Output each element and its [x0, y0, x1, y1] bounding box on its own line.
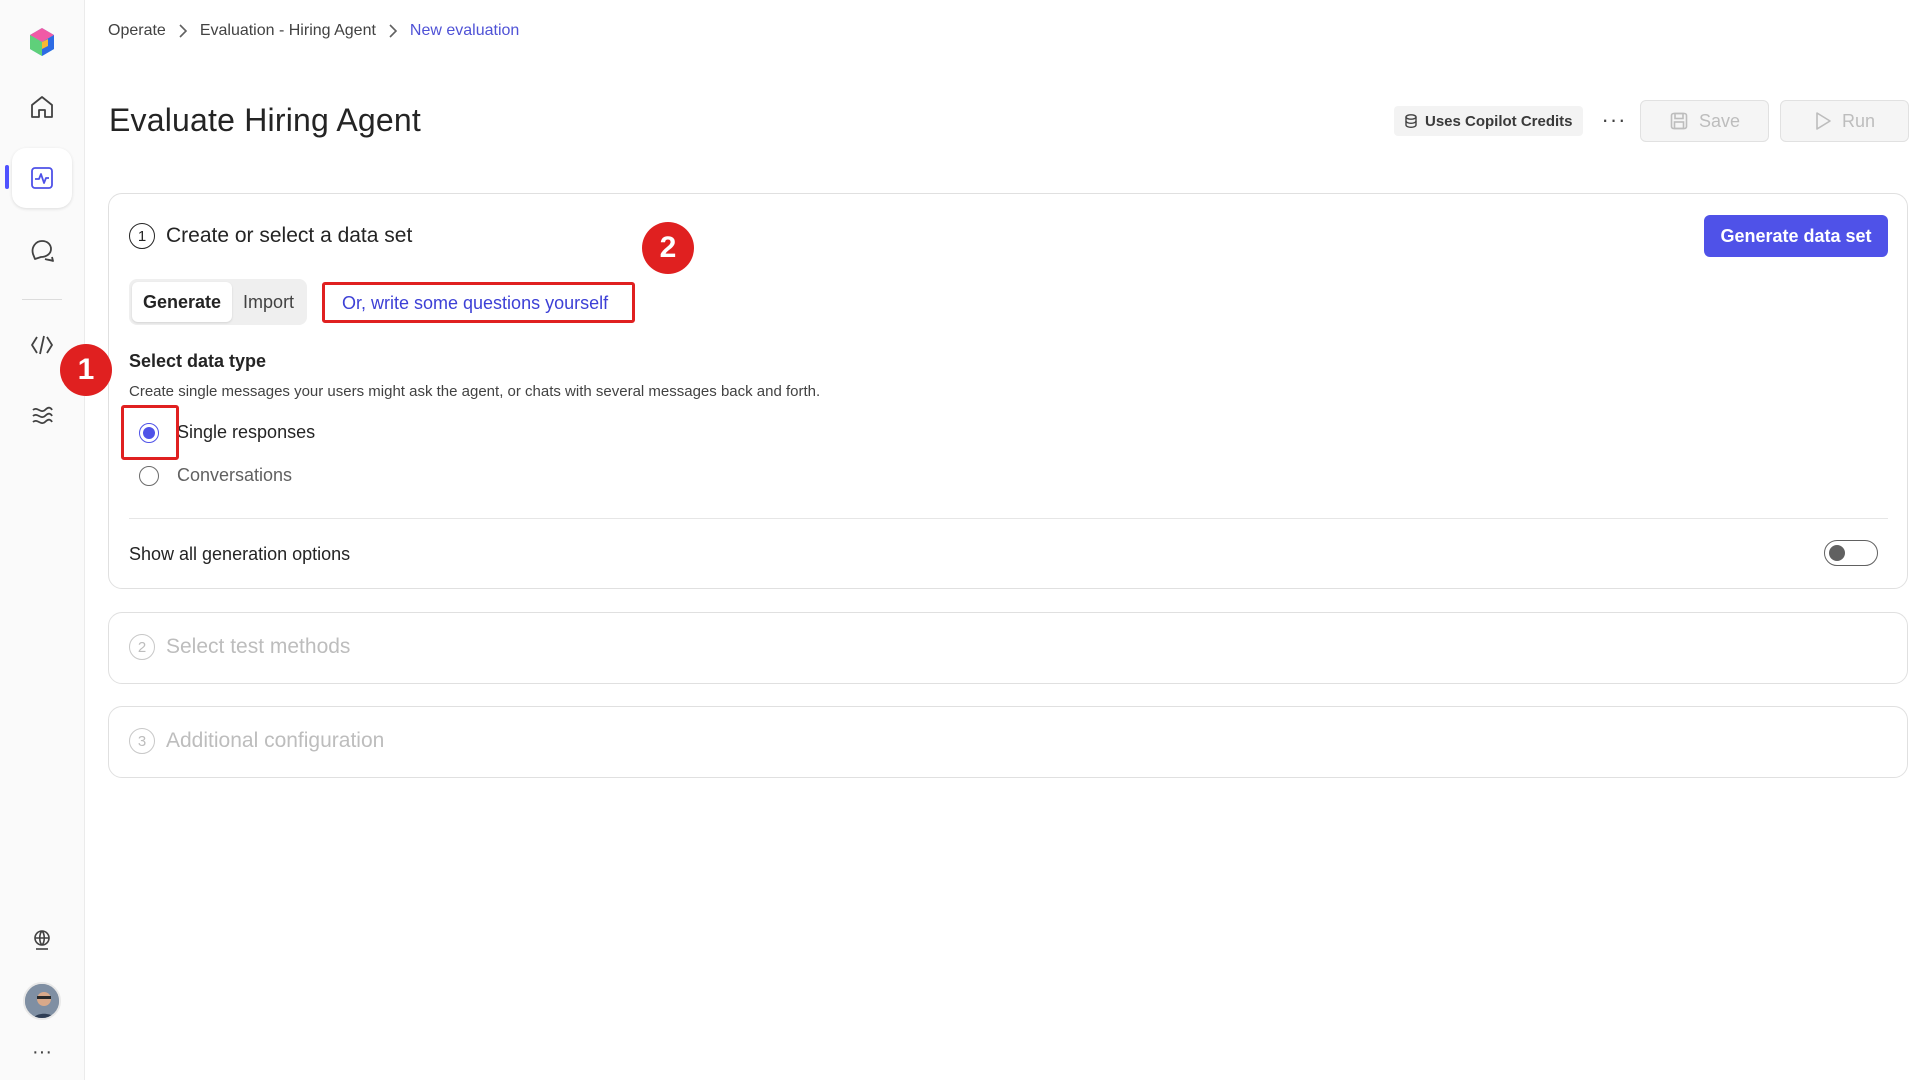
radio-label: Single responses: [177, 422, 316, 442]
more-options-label: ···: [1601, 107, 1627, 132]
chevron-right-icon: [178, 24, 188, 38]
data-icon[interactable]: [12, 386, 72, 446]
card-divider: [129, 518, 1888, 519]
step1-number: 1: [129, 223, 155, 249]
breadcrumb-current[interactable]: New evaluation: [410, 22, 519, 40]
radio-circle[interactable]: [139, 422, 159, 443]
select-data-type-description: Create single messages your users might …: [129, 383, 821, 400]
step3-number: 3: [129, 728, 155, 754]
credits-label: Uses Copilot Credits: [1425, 112, 1573, 130]
radio-conversations[interactable]: Conversations: [139, 465, 292, 486]
rail-more-label: ···: [32, 1040, 52, 1063]
run-label: Run: [1841, 110, 1876, 131]
rail-active-indicator: [5, 165, 9, 189]
generation-options-toggle[interactable]: [1824, 540, 1878, 566]
step2-card[interactable]: 2 Select test methods: [108, 612, 1908, 684]
annotation-badge-2: 2: [642, 222, 694, 274]
step1-card: 1 Create or select a data set Generate d…: [108, 193, 1908, 589]
save-button[interactable]: Save: [1640, 100, 1769, 142]
radio-label: Conversations: [177, 465, 293, 485]
home-icon[interactable]: [12, 77, 72, 137]
step2-number: 2: [129, 634, 155, 660]
evaluation-icon[interactable]: [12, 148, 72, 208]
annotation-badge-1: 1: [60, 344, 112, 396]
user-avatar[interactable]: [23, 982, 61, 1020]
step3-card[interactable]: 3 Additional configuration: [108, 706, 1908, 778]
rail-divider: [22, 299, 62, 300]
radio-circle[interactable]: [139, 465, 159, 486]
breadcrumb-item-evaluation[interactable]: Evaluation - Hiring Agent: [200, 22, 376, 40]
generate-data-set-button[interactable]: Generate data set: [1704, 215, 1888, 257]
breadcrumb: Operate Evaluation - Hiring Agent New ev…: [108, 22, 519, 40]
environment-icon[interactable]: [12, 910, 72, 970]
more-options-button[interactable]: ···: [1596, 104, 1632, 136]
breadcrumb-item-operate[interactable]: Operate: [108, 22, 166, 40]
chevron-right-icon: [388, 24, 398, 38]
left-rail: ···: [0, 0, 85, 1080]
app-logo-icon[interactable]: [12, 12, 72, 72]
write-questions-link[interactable]: Or, write some questions yourself: [327, 284, 623, 322]
chat-icon[interactable]: [12, 220, 72, 280]
tab-import[interactable]: Import: [232, 282, 305, 322]
radio-single-responses[interactable]: Single responses: [139, 422, 315, 443]
save-label: Save: [1698, 110, 1741, 131]
select-data-type-label: Select data type: [129, 351, 267, 371]
step2-title: Select test methods: [166, 635, 351, 658]
run-button[interactable]: Run: [1780, 100, 1909, 142]
step1-title: Create or select a data set: [166, 224, 413, 247]
save-icon: [1670, 112, 1688, 130]
coins-icon: [1405, 114, 1417, 129]
step3-title: Additional configuration: [166, 729, 385, 752]
rail-more-icon[interactable]: ···: [12, 1022, 72, 1080]
page-title: Evaluate Hiring Agent: [109, 102, 421, 138]
play-icon: [1816, 112, 1831, 130]
generation-options-label: Show all generation options: [129, 544, 351, 564]
tab-generate[interactable]: Generate: [132, 282, 233, 322]
copilot-credits-badge: Uses Copilot Credits: [1394, 106, 1583, 136]
source-tabs: Generate Import: [129, 279, 307, 325]
